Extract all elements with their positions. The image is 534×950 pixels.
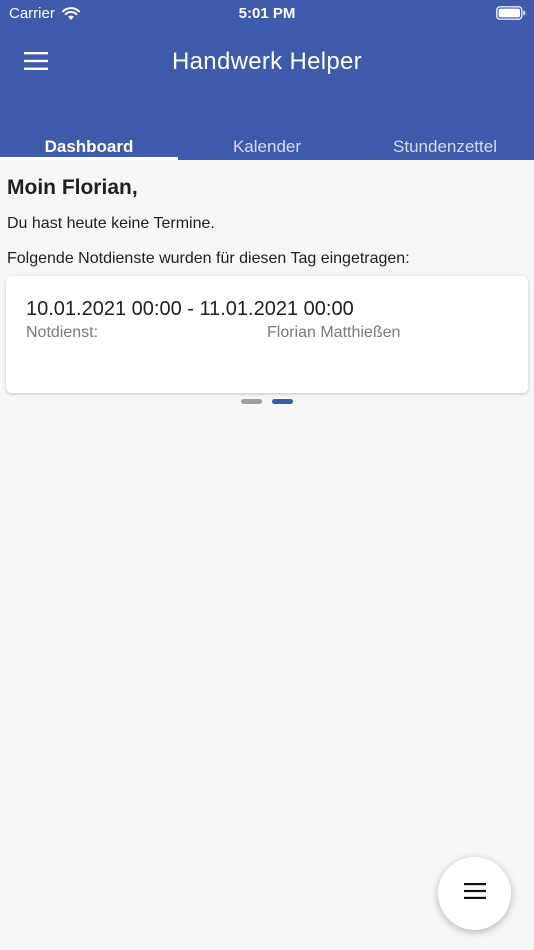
page-dot[interactable] bbox=[241, 399, 262, 404]
emergency-intro-text: Folgende Notdienste wurden für diesen Ta… bbox=[7, 250, 410, 267]
tab-dashboard[interactable]: Dashboard bbox=[0, 128, 178, 160]
page-dot-active[interactable] bbox=[272, 399, 293, 404]
tab-stundenzettel[interactable]: Stundenzettel bbox=[356, 128, 534, 160]
emergency-service-card[interactable]: 10.01.2021 00:00 - 11.01.2021 00:00 Notd… bbox=[6, 276, 528, 393]
fab-menu-button[interactable] bbox=[438, 857, 511, 930]
app-bar: Handwerk Helper bbox=[0, 28, 534, 98]
status-bar: Carrier 5:01 PM bbox=[0, 0, 534, 28]
app-title: Handwerk Helper bbox=[172, 48, 362, 75]
hamburger-menu-icon bbox=[463, 883, 486, 904]
tab-bar: Dashboard Kalender Stundenzettel bbox=[0, 128, 534, 160]
battery-icon bbox=[496, 6, 526, 20]
status-time: 5:01 PM bbox=[238, 5, 296, 22]
service-label: Notdienst: bbox=[26, 324, 99, 341]
service-person: Florian Matthießen bbox=[267, 324, 401, 341]
no-appointments-text: Du hast heute keine Termine. bbox=[7, 215, 215, 232]
greeting: Moin Florian, bbox=[7, 176, 138, 199]
header: Carrier 5:01 PM Handwerk Helper Dashboar… bbox=[0, 0, 534, 160]
service-date-range: 10.01.2021 00:00 - 11.01.2021 00:00 bbox=[26, 298, 354, 320]
tab-kalender[interactable]: Kalender bbox=[178, 128, 356, 160]
page-indicator bbox=[241, 399, 293, 404]
